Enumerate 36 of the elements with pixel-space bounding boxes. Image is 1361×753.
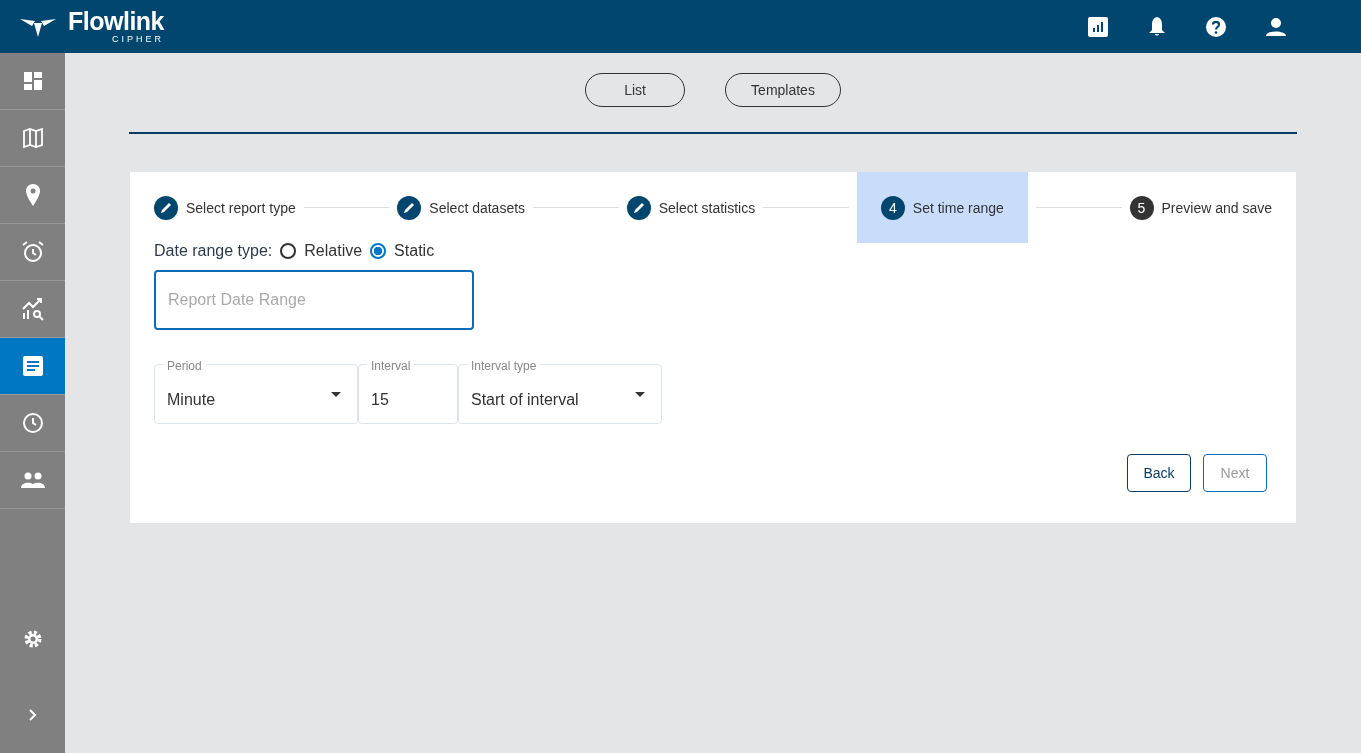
location-pin-icon xyxy=(25,184,40,206)
radio-option[interactable]: Static xyxy=(370,242,435,260)
caret-icon xyxy=(635,392,645,397)
step[interactable]: Select statistics xyxy=(626,172,756,243)
radio-button[interactable] xyxy=(280,243,297,259)
radio-option[interactable]: Relative xyxy=(280,242,363,260)
pencil-icon xyxy=(626,195,651,220)
bell-icon[interactable] xyxy=(1148,16,1166,37)
settings-icon[interactable] xyxy=(22,629,43,649)
users-icon xyxy=(20,472,45,488)
help-icon[interactable] xyxy=(1206,16,1226,37)
clock-icon xyxy=(21,412,44,434)
step[interactable]: Select report type xyxy=(154,172,296,243)
step[interactable]: 4 Set time range xyxy=(856,172,1028,243)
caret-icon xyxy=(331,392,341,397)
step[interactable]: Select datasets xyxy=(397,172,526,243)
pencil-icon xyxy=(397,195,422,220)
action-button[interactable]: Back xyxy=(1127,454,1191,492)
user-icon[interactable] xyxy=(1266,17,1286,36)
sidebar-item[interactable] xyxy=(0,338,65,395)
pencil-icon xyxy=(154,195,178,220)
chevron-right-icon[interactable] xyxy=(28,709,37,721)
brand-subtitle: CIPHER xyxy=(112,35,164,44)
dashboard-icon xyxy=(23,72,42,90)
analytics-icon xyxy=(20,297,45,321)
document-icon xyxy=(22,356,43,376)
date-range-type-label: Date range type: xyxy=(154,242,273,260)
chart-icon[interactable] xyxy=(1088,16,1108,37)
alarm-clock-icon xyxy=(20,240,45,264)
step-number: 5 xyxy=(1129,195,1154,220)
step-number: 4 xyxy=(880,195,905,220)
map-icon xyxy=(21,127,44,149)
brand-name: Flowlink xyxy=(68,9,164,34)
date-range-field[interactable]: Report Date Range xyxy=(154,270,474,330)
step[interactable]: 5 Preview and save xyxy=(1129,172,1273,243)
radio-button[interactable] xyxy=(370,243,387,259)
